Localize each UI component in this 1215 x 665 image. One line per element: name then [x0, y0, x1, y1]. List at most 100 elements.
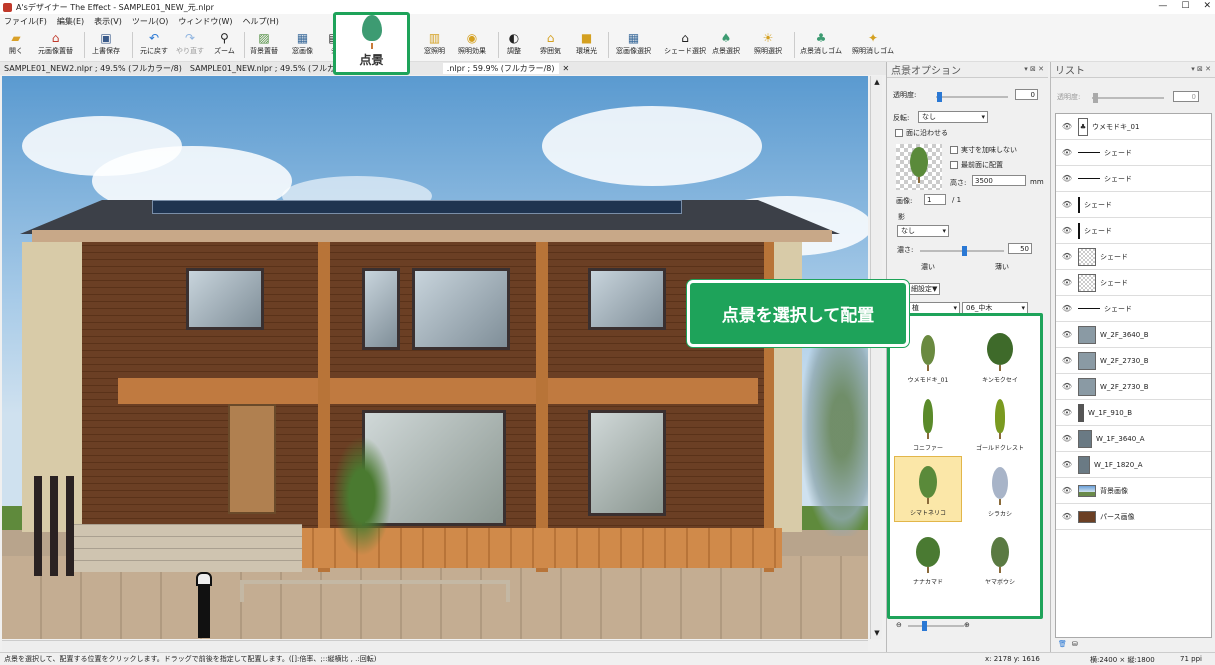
light-eraser-button[interactable]: ✦ 照明消しゴム [852, 30, 894, 56]
eye-icon[interactable]: 👁 [1060, 382, 1074, 391]
list-item[interactable]: 👁 W_1F_3640_A [1056, 426, 1211, 452]
density-slider[interactable] [920, 246, 1004, 256]
tenkei-item-kinmokusei[interactable]: キンモクセイ [966, 322, 1034, 388]
menu-file[interactable]: ファイル(F) [4, 16, 47, 27]
maximize-icon[interactable]: ☐ [1181, 1, 1189, 11]
list-item[interactable]: 👁 シェード [1056, 166, 1211, 192]
tenkei-select-button[interactable]: ♠ 点景選択 [712, 30, 740, 56]
list-opacity-input[interactable]: 0 [1173, 91, 1199, 102]
shade-select-button[interactable]: ⌂ シェード選択 [664, 30, 706, 56]
eye-icon[interactable]: 👁 [1060, 408, 1074, 417]
atmosphere-button[interactable]: ⌂ 雰囲気 [540, 30, 561, 56]
eye-icon[interactable]: 👁 [1060, 252, 1074, 261]
menu-edit[interactable]: 編集(E) [57, 16, 84, 27]
tenkei-button[interactable]: 点景 [333, 12, 410, 75]
list-item[interactable]: 👁 背景画像 [1056, 478, 1211, 504]
list-item[interactable]: 👁 W_1F_1820_A [1056, 452, 1211, 478]
no-actual-size-checkbox[interactable]: 実寸を加味しない [950, 145, 1017, 155]
panel-controls-icon[interactable]: ▾ ⊠ ✕ [1191, 65, 1211, 73]
document-tabs: SAMPLE01_NEW2.nlpr ; 49.5% (フルカラー/8) SAM… [0, 62, 886, 75]
list-opacity-slider[interactable] [1092, 93, 1164, 103]
menu-view[interactable]: 表示(V) [94, 16, 122, 27]
tenkei-item-shirakashi[interactable]: シラカシ [966, 456, 1034, 522]
tenkei-item-goldcrest[interactable]: ゴールドクレスト [966, 390, 1034, 456]
eye-icon[interactable]: 👁 [1060, 122, 1074, 131]
light-select-button[interactable]: ☀ 照明選択 [754, 30, 782, 56]
list-item[interactable]: 👁 パース画像 [1056, 504, 1211, 530]
trash-icon[interactable]: 🗑 [1058, 640, 1067, 648]
replace-background-button[interactable]: ▨ 背景置替 [250, 30, 278, 56]
tab-active[interactable]: .nlpr ; 59.9% (フルカラー/8) [442, 63, 559, 74]
replace-base-image-button[interactable]: ⌂ 元画像置替 [38, 30, 73, 56]
list-item[interactable]: 👁 シェード [1056, 270, 1211, 296]
tenkei-eraser-button[interactable]: ♣ 点景消しゴム [800, 30, 842, 56]
window-image-button[interactable]: ▦ 窓画像 [292, 30, 313, 56]
tab-close-icon[interactable]: ✕ [559, 64, 574, 73]
zoom-in-icon[interactable]: ⊕ [964, 621, 970, 629]
tenkei-item-yamaboushi[interactable]: ヤマボウシ [966, 524, 1034, 590]
open-button[interactable]: ▰ 開く [8, 30, 24, 56]
eye-icon[interactable]: 👁 [1060, 512, 1074, 521]
list-item[interactable]: 👁 W_2F_3640_B [1056, 322, 1211, 348]
eye-icon[interactable]: 👁 [1060, 304, 1074, 313]
list-item[interactable]: 👁 シェード [1056, 140, 1211, 166]
front-place-checkbox[interactable]: 最前面に配置 [950, 160, 1003, 170]
tenkei-item-shimatoneriko[interactable]: シマトネリコ [894, 456, 962, 522]
ambient-light-button[interactable]: ■ 環境光 [576, 30, 597, 56]
vertical-scrollbar[interactable]: ▲ ▼ [870, 76, 882, 639]
detail-settings-button[interactable]: 細設定▼ [908, 283, 941, 295]
scroll-down-icon[interactable]: ▼ [871, 627, 883, 639]
list-item[interactable]: 👁 シェード [1056, 244, 1211, 270]
height-input[interactable]: 3500 [972, 175, 1026, 186]
panel-controls-icon[interactable]: ▾ ⊠ ✕ [1024, 65, 1044, 73]
close-icon[interactable]: ✕ [1203, 1, 1211, 11]
light-effect-button[interactable]: ◉ 照明効果 [458, 30, 486, 56]
flip-select[interactable]: なし ▾ [918, 111, 988, 123]
eye-icon[interactable]: 👁 [1060, 200, 1074, 209]
eye-icon[interactable]: 👁 [1060, 226, 1074, 235]
menu-window[interactable]: ウィンドウ(W) [178, 16, 232, 27]
zoom-button[interactable]: ⚲ ズーム [214, 30, 235, 56]
eye-icon[interactable]: 👁 [1060, 434, 1074, 443]
list-item[interactable]: 👁 W_2F_2730_B [1056, 348, 1211, 374]
placed-tree[interactable] [332, 436, 392, 556]
list-item[interactable]: 👁 シェード [1056, 192, 1211, 218]
opacity-slider[interactable] [936, 92, 1008, 102]
minimize-icon[interactable]: — [1158, 1, 1167, 11]
opacity-input[interactable]: 0 [1015, 89, 1038, 100]
menu-help[interactable]: ヘルプ(H) [243, 16, 279, 27]
list-item[interactable]: 👁 シェード [1056, 296, 1211, 322]
tenkei-item-conifer[interactable]: コニファー [894, 390, 962, 456]
density-input[interactable]: 50 [1008, 243, 1032, 254]
list-item[interactable]: 👁 W_2F_2730_B [1056, 374, 1211, 400]
list-item[interactable]: 👁 W_1F_910_B [1056, 400, 1211, 426]
adjust-button[interactable]: ◐ 調整 [506, 30, 522, 56]
thumbnail-size-slider[interactable] [908, 621, 964, 631]
eye-icon[interactable]: 👁 [1060, 174, 1074, 183]
list-item[interactable]: 👁 シェード [1056, 218, 1211, 244]
undo-button[interactable]: ↶ 元に戻す [140, 30, 168, 56]
image-canvas[interactable] [2, 76, 868, 639]
horizontal-scrollbar[interactable] [2, 640, 868, 651]
redo-button[interactable]: ↷ やり直す [176, 30, 204, 56]
image-index-input[interactable]: 1 [924, 194, 946, 205]
list-item[interactable]: 👁 ♣ ウメモドキ_01 [1056, 114, 1211, 140]
tab-sample01-new2[interactable]: SAMPLE01_NEW2.nlpr ; 49.5% (フルカラー/8) [0, 63, 186, 74]
overwrite-save-button[interactable]: ▣ 上書保存 [92, 30, 120, 56]
eye-icon[interactable]: 👁 [1060, 460, 1074, 469]
eye-icon[interactable]: 👁 [1060, 330, 1074, 339]
fit-face-checkbox[interactable]: 面に沿わせる [895, 128, 948, 138]
menu-tools[interactable]: ツール(O) [132, 16, 169, 27]
tenkei-item-nanakamado[interactable]: ナナカマド [894, 524, 962, 590]
eye-icon[interactable]: 👁 [1060, 356, 1074, 365]
shadow-select[interactable]: なし ▾ [897, 225, 949, 237]
scroll-up-icon[interactable]: ▲ [871, 76, 883, 88]
zoom-out-icon[interactable]: ⊖ [896, 621, 902, 629]
window-controls: — ☐ ✕ [1158, 1, 1211, 11]
window-light-button[interactable]: ▥ 窓照明 [424, 30, 445, 56]
window-image-select-button[interactable]: ▦ 窓画像選択 [616, 30, 651, 56]
eye-icon[interactable]: 👁 [1060, 486, 1074, 495]
eye-icon[interactable]: 👁 [1060, 278, 1074, 287]
layer-options-icon[interactable]: ⛁ [1072, 640, 1078, 648]
eye-icon[interactable]: 👁 [1060, 148, 1074, 157]
